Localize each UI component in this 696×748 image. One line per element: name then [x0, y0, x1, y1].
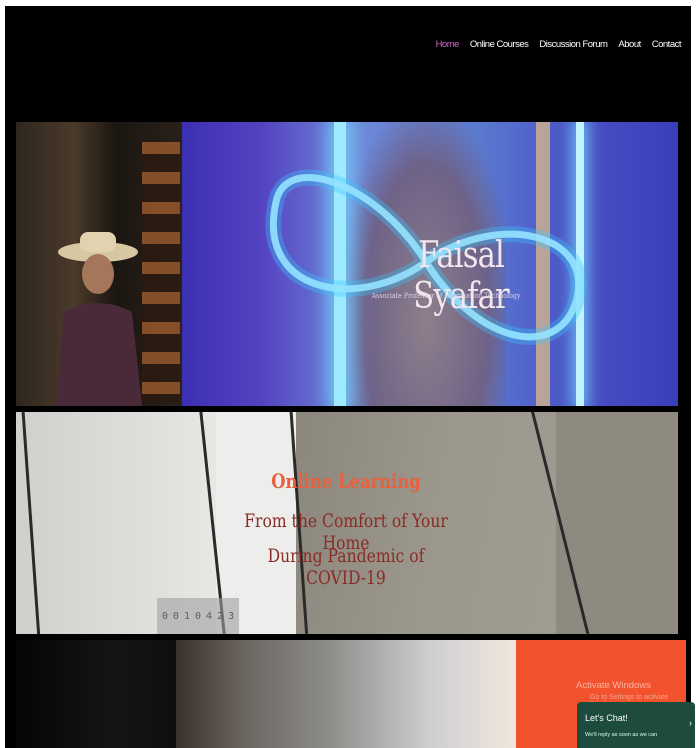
bottle-shelves	[142, 142, 180, 402]
counter-digit: 1	[183, 610, 190, 622]
chevron-right-icon[interactable]: ›	[689, 718, 692, 728]
hero-subtitle: Associate Professor of Information Techn…	[371, 292, 521, 300]
nav-online-courses[interactable]: Online Courses	[470, 39, 529, 50]
man-with-hat-figure	[56, 232, 142, 406]
counter-digit: 0	[194, 610, 202, 622]
chat-subtitle: We'll reply as soon as we can	[585, 732, 658, 738]
counter-digit: 0	[172, 610, 179, 622]
online-learning-banner: Online Learning From the Comfort of Your…	[16, 412, 678, 634]
chat-widget[interactable]: Let's Chat! We'll reply as soon as we ca…	[577, 702, 695, 748]
hero-title: Faisal Syafar	[413, 235, 509, 317]
counter-digit: 0	[161, 610, 168, 622]
visitor-counter: 0 0 1 0 4 2 3	[157, 598, 239, 634]
learning-title: Online Learning	[271, 469, 421, 493]
nav-home[interactable]: Home	[436, 39, 460, 50]
nav-about[interactable]: About	[618, 39, 641, 50]
nav-contact[interactable]: Contact	[652, 39, 682, 50]
counter-digit: 3	[228, 610, 235, 622]
glass-pane	[556, 412, 678, 634]
main-nav: Home Online Courses Discussion Forum Abo…	[436, 39, 682, 50]
chat-title: Let's Chat!	[585, 713, 628, 723]
dark-panel	[16, 640, 176, 748]
counter-digit: 2	[217, 610, 224, 622]
activate-windows-title: Activate Windows	[576, 680, 651, 691]
learning-line-2: During Pandemic of COVID-19	[267, 545, 425, 589]
office-meeting-photo	[176, 640, 516, 748]
counter-digit: 4	[206, 610, 213, 622]
nav-discussion-forum[interactable]: Discussion Forum	[539, 39, 608, 50]
hero-banner: Faisal Syafar Associate Professor of Inf…	[16, 122, 678, 406]
